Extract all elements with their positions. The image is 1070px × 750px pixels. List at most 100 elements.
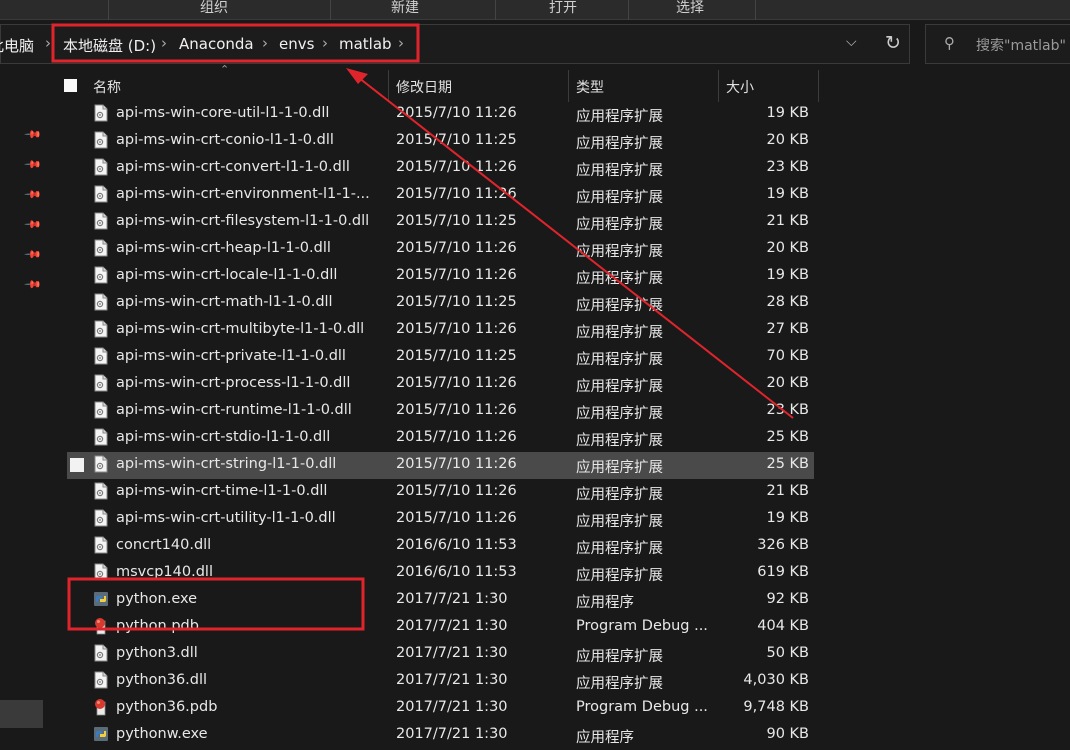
file-type: 应用程序扩展 bbox=[576, 244, 663, 260]
pin-icon[interactable]: 📌 bbox=[23, 125, 42, 144]
file-type: 应用程序扩展 bbox=[576, 352, 663, 368]
file-row[interactable]: api-ms-win-crt-runtime-l1-1-0.dll 2015/7/… bbox=[67, 398, 814, 425]
row-checkbox[interactable] bbox=[70, 458, 84, 472]
address-bar[interactable]: 此电脑 › 本地磁盘 (D:) › Anaconda › envs › matl… bbox=[0, 24, 910, 64]
file-type: 应用程序扩展 bbox=[576, 487, 663, 503]
file-name: pythonw.exe bbox=[116, 726, 208, 742]
file-type: 应用程序扩展 bbox=[576, 514, 663, 530]
dll-icon bbox=[94, 320, 108, 338]
file-row[interactable]: api-ms-win-crt-convert-l1-1-0.dll 2015/7/… bbox=[67, 155, 814, 182]
breadcrumb-this-pc[interactable]: 此电脑 bbox=[0, 35, 34, 56]
ribbon: 组织 新建 打开 选择 bbox=[0, 0, 1070, 20]
file-size: 21 KB bbox=[766, 213, 809, 229]
file-size: 4,030 KB bbox=[743, 672, 809, 688]
file-row[interactable]: api-ms-win-crt-stdio-l1-1-0.dll 2015/7/10… bbox=[67, 425, 814, 452]
chevron-right-icon[interactable]: › bbox=[322, 34, 328, 52]
breadcrumb-matlab[interactable]: matlab bbox=[339, 35, 392, 53]
file-date: 2015/7/10 11:26 bbox=[396, 375, 517, 391]
column-name[interactable]: 名称 bbox=[93, 77, 121, 97]
file-date: 2015/7/10 11:26 bbox=[396, 483, 517, 499]
file-row[interactable]: python3.dll 2017/7/21 1:30 应用程序扩展 50 KB bbox=[67, 641, 814, 668]
dll-icon bbox=[94, 104, 108, 122]
file-name: api-ms-win-crt-convert-l1-1-0.dll bbox=[116, 159, 350, 175]
file-row[interactable]: api-ms-win-crt-string-l1-1-0.dll 2015/7/1… bbox=[67, 452, 814, 479]
file-name: api-ms-win-crt-runtime-l1-1-0.dll bbox=[116, 402, 352, 418]
file-row[interactable]: api-ms-win-core-util-l1-1-0.dll 2015/7/10… bbox=[67, 101, 814, 128]
file-type: 应用程序扩展 bbox=[576, 163, 663, 179]
search-input[interactable]: 搜索"matlab" bbox=[976, 35, 1066, 55]
chevron-right-icon[interactable]: › bbox=[45, 34, 51, 52]
file-row[interactable]: api-ms-win-crt-environment-l1-1-... 2015/… bbox=[67, 182, 814, 209]
file-row[interactable]: api-ms-win-crt-time-l1-1-0.dll 2015/7/10 … bbox=[67, 479, 814, 506]
file-date: 2015/7/10 11:26 bbox=[396, 186, 517, 202]
file-date: 2015/7/10 11:26 bbox=[396, 267, 517, 283]
python-exe-icon bbox=[94, 592, 108, 606]
file-row[interactable]: api-ms-win-crt-math-l1-1-0.dll 2015/7/10 … bbox=[67, 290, 814, 317]
address-history-dropdown-icon[interactable]: ⌵ bbox=[846, 34, 857, 50]
ribbon-divider bbox=[330, 0, 331, 20]
column-size[interactable]: 大小 bbox=[726, 77, 754, 97]
pin-icon[interactable]: 📌 bbox=[23, 275, 42, 294]
file-row[interactable]: api-ms-win-crt-utility-l1-1-0.dll 2015/7/… bbox=[67, 506, 814, 533]
pin-icon[interactable]: 📌 bbox=[23, 185, 42, 204]
file-row[interactable]: python36.pdb 2017/7/21 1:30 Program Debug … bbox=[67, 695, 814, 722]
ribbon-group-open[interactable]: 打开 bbox=[549, 0, 577, 17]
column-date[interactable]: 修改日期 bbox=[396, 77, 452, 97]
file-name: python36.pdb bbox=[116, 699, 218, 715]
file-name: concrt140.dll bbox=[116, 537, 212, 553]
file-row[interactable]: api-ms-win-crt-heap-l1-1-0.dll 2015/7/10 … bbox=[67, 236, 814, 263]
dll-icon bbox=[94, 185, 108, 203]
dll-icon bbox=[94, 158, 108, 176]
file-row[interactable]: python.pdb 2017/7/21 1:30 Program Debug ..… bbox=[67, 614, 814, 641]
search-icon: ⚲ bbox=[944, 34, 955, 52]
nav-selected-item[interactable] bbox=[0, 700, 43, 728]
file-row[interactable]: api-ms-win-crt-process-l1-1-0.dll 2015/7/… bbox=[67, 371, 814, 398]
file-name: python3.dll bbox=[116, 645, 198, 661]
file-row[interactable]: msvcp140.dll 2016/6/10 11:53 应用程序扩展 619 KB bbox=[67, 560, 814, 587]
refresh-icon[interactable]: ↻ bbox=[877, 24, 909, 64]
pin-icon[interactable]: 📌 bbox=[23, 245, 42, 264]
column-divider[interactable] bbox=[718, 70, 719, 102]
file-size: 28 KB bbox=[766, 294, 809, 310]
file-date: 2016/6/10 11:53 bbox=[396, 537, 517, 553]
file-type: 应用程序扩展 bbox=[576, 109, 663, 125]
file-type: 应用程序扩展 bbox=[576, 460, 663, 476]
file-type: Program Debug ... bbox=[576, 618, 708, 634]
chevron-right-icon[interactable]: › bbox=[262, 34, 268, 52]
ribbon-group-select[interactable]: 选择 bbox=[676, 0, 704, 17]
file-row[interactable]: python.exe 2017/7/21 1:30 应用程序 92 KB bbox=[67, 587, 814, 614]
column-divider[interactable] bbox=[388, 70, 389, 102]
file-size: 23 KB bbox=[766, 402, 809, 418]
ribbon-group-organize[interactable]: 组织 bbox=[200, 0, 228, 17]
breadcrumb-drive-d[interactable]: 本地磁盘 (D:) bbox=[63, 35, 156, 56]
pin-icon[interactable]: 📌 bbox=[23, 155, 42, 174]
search-box[interactable]: ⚲ 搜索"matlab" bbox=[925, 24, 1070, 64]
column-type[interactable]: 类型 bbox=[576, 77, 604, 97]
column-divider[interactable] bbox=[568, 70, 569, 102]
dll-icon bbox=[94, 536, 108, 554]
file-row[interactable]: api-ms-win-crt-private-l1-1-0.dll 2015/7/… bbox=[67, 344, 814, 371]
file-date: 2015/7/10 11:26 bbox=[396, 510, 517, 526]
file-row[interactable]: api-ms-win-crt-conio-l1-1-0.dll 2015/7/10… bbox=[67, 128, 814, 155]
breadcrumb-envs[interactable]: envs bbox=[279, 35, 314, 53]
ribbon-group-new[interactable]: 新建 bbox=[391, 0, 419, 17]
chevron-right-icon[interactable]: › bbox=[161, 34, 167, 52]
file-type: 应用程序 bbox=[576, 595, 634, 611]
select-all-checkbox[interactable] bbox=[64, 79, 77, 92]
column-divider[interactable] bbox=[818, 70, 819, 102]
file-row[interactable]: api-ms-win-crt-filesystem-l1-1-0.dll 2015… bbox=[67, 209, 814, 236]
file-row[interactable]: concrt140.dll 2016/6/10 11:53 应用程序扩展 326 KB bbox=[67, 533, 814, 560]
file-row[interactable]: pythonw.exe 2017/7/21 1:30 应用程序 90 KB bbox=[67, 722, 814, 749]
file-date: 2017/7/21 1:30 bbox=[396, 726, 508, 742]
breadcrumb-anaconda[interactable]: Anaconda bbox=[179, 35, 254, 53]
chevron-right-icon[interactable]: › bbox=[398, 34, 404, 52]
file-size: 25 KB bbox=[766, 456, 809, 472]
file-row[interactable]: python36.dll 2017/7/21 1:30 应用程序扩展 4,030 KB bbox=[67, 668, 814, 695]
file-type: 应用程序扩展 bbox=[576, 406, 663, 422]
file-row[interactable]: api-ms-win-crt-locale-l1-1-0.dll 2015/7/1… bbox=[67, 263, 814, 290]
file-row[interactable]: api-ms-win-crt-multibyte-l1-1-0.dll 2015/… bbox=[67, 317, 814, 344]
file-date: 2015/7/10 11:26 bbox=[396, 429, 517, 445]
file-date: 2017/7/21 1:30 bbox=[396, 591, 508, 607]
file-type: 应用程序扩展 bbox=[576, 271, 663, 287]
pin-icon[interactable]: 📌 bbox=[23, 215, 42, 234]
